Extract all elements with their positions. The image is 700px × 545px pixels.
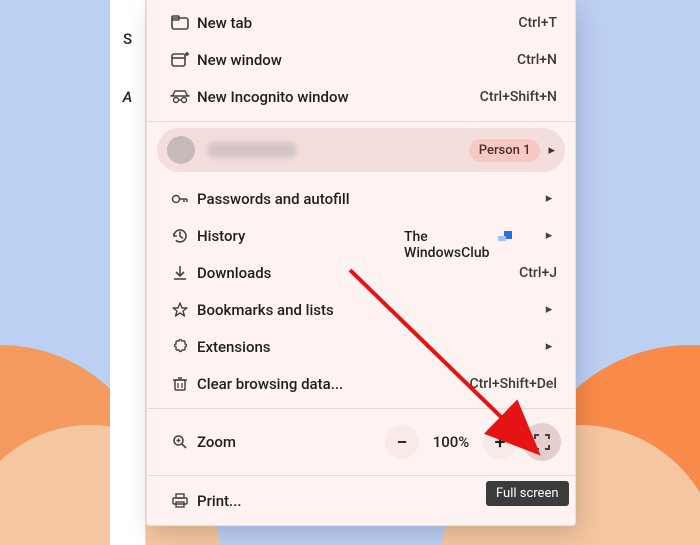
menu-item-downloads[interactable]: Downloads Ctrl+J — [147, 254, 575, 291]
menu-item-new-window[interactable]: New window Ctrl+N — [147, 41, 575, 78]
menu-item-label: New tab — [197, 14, 518, 32]
zoom-in-button[interactable]: + — [483, 425, 517, 459]
menu-item-label: Downloads — [197, 264, 519, 282]
star-icon — [163, 302, 197, 318]
menu-separator — [147, 408, 575, 409]
menu-item-history[interactable]: History ▸ — [147, 217, 575, 254]
fullscreen-button[interactable] — [523, 423, 561, 461]
history-icon — [163, 227, 197, 245]
menu-separator — [147, 121, 575, 122]
tab-icon — [163, 15, 197, 31]
menu-item-shortcut: Ctrl+J — [519, 265, 557, 281]
menu-item-label: Bookmarks and lists — [197, 301, 535, 319]
chevron-right-icon: ▸ — [548, 143, 555, 158]
menu-item-profile[interactable]: Person 1 ▸ — [157, 128, 565, 172]
menu-item-shortcut: Ctrl+T — [518, 15, 557, 31]
avatar — [167, 136, 195, 164]
menu-item-zoom: Zoom − 100% + — [147, 415, 575, 469]
menu-item-label: Passwords and autofill — [197, 190, 535, 208]
chevron-right-icon: ▸ — [541, 302, 557, 317]
profile-badge: Person 1 — [469, 139, 541, 162]
menu-item-label: History — [197, 227, 535, 245]
menu-item-passwords[interactable]: Passwords and autofill ▸ — [147, 180, 575, 217]
page-strip: S A — [110, 0, 146, 545]
strip-char: A — [123, 88, 133, 106]
menu-item-new-tab[interactable]: New tab Ctrl+T — [147, 4, 575, 41]
chrome-main-menu: New tab Ctrl+T New window Ctrl+N New Inc… — [146, 0, 576, 526]
menu-item-shortcut: Ctrl+Shift+N — [480, 89, 557, 105]
menu-separator — [147, 475, 575, 476]
plus-icon: + — [494, 430, 505, 454]
zoom-out-button[interactable]: − — [385, 425, 419, 459]
printer-icon — [163, 493, 197, 509]
chevron-right-icon: ▸ — [541, 191, 557, 206]
puzzle-icon — [163, 339, 197, 355]
menu-item-label: Zoom — [197, 433, 385, 451]
menu-item-label: New Incognito window — [197, 88, 480, 106]
menu-item-label: Extensions — [197, 338, 535, 356]
minus-icon: − — [396, 430, 407, 454]
menu-item-shortcut: Ctrl+Shift+Del — [470, 376, 558, 392]
menu-item-shortcut: Ctrl+N — [517, 52, 557, 68]
tooltip-text: Full screen — [496, 486, 559, 501]
magnifier-icon — [163, 434, 197, 450]
chevron-right-icon: ▸ — [541, 228, 557, 243]
strip-char: S — [123, 30, 132, 48]
trash-icon — [163, 376, 197, 392]
menu-item-bookmarks[interactable]: Bookmarks and lists ▸ — [147, 291, 575, 328]
menu-item-incognito[interactable]: New Incognito window Ctrl+Shift+N — [147, 78, 575, 115]
zoom-value: 100% — [425, 433, 477, 451]
menu-item-extensions[interactable]: Extensions ▸ — [147, 328, 575, 365]
chevron-right-icon: ▸ — [541, 339, 557, 354]
menu-item-label: New window — [197, 51, 517, 69]
window-plus-icon — [163, 52, 197, 68]
download-icon — [163, 265, 197, 281]
menu-item-label: Print... — [197, 492, 518, 510]
key-icon — [163, 192, 197, 206]
profile-name-redacted — [207, 142, 297, 158]
menu-item-clear-data[interactable]: Clear browsing data... Ctrl+Shift+Del — [147, 365, 575, 402]
tooltip-fullscreen: Full screen — [486, 481, 569, 506]
menu-item-label: Clear browsing data... — [197, 375, 470, 393]
fullscreen-icon — [534, 434, 550, 450]
incognito-icon — [163, 90, 197, 104]
